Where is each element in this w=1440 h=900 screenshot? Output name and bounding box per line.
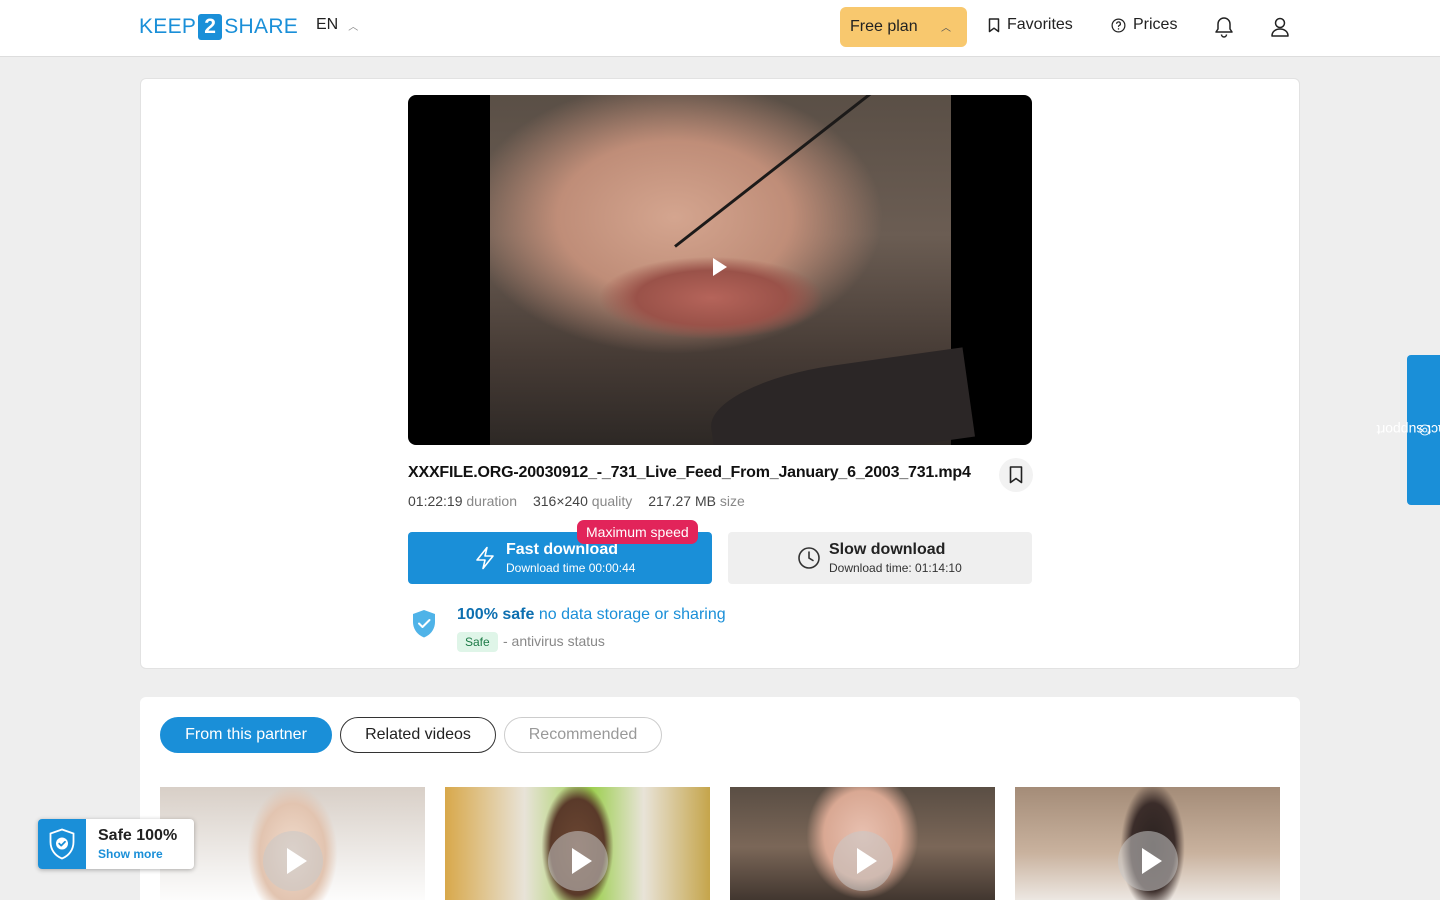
size-label: size	[719, 493, 745, 509]
contact-support-text: contact support	[1375, 422, 1440, 438]
account-button[interactable]	[1268, 14, 1292, 40]
bookmark-icon	[1009, 466, 1023, 484]
language-selector[interactable]: EN ︿	[316, 16, 358, 34]
logo-text-two: 2	[198, 14, 223, 40]
video-player[interactable]	[408, 95, 1032, 445]
prices-label: Prices	[1133, 16, 1178, 33]
play-icon[interactable]	[1118, 831, 1178, 891]
duration-info: 01:22:19 duration	[408, 493, 517, 509]
slow-download-label: Slow download	[829, 541, 946, 558]
favorites-link[interactable]: Favorites	[988, 16, 1073, 34]
size-info: 217.27 MB size	[648, 493, 745, 509]
logo-text-left: KEEP	[139, 15, 197, 38]
file-name: XXXFILE.ORG-20030912_-_731_Live_Feed_Fro…	[408, 464, 971, 481]
lightning-icon	[476, 546, 494, 570]
notifications-button[interactable]	[1212, 14, 1236, 40]
plan-dropdown[interactable]: Free plan ︿	[840, 7, 967, 47]
duration-value: 01:22:19	[408, 493, 463, 509]
video-detail	[674, 95, 873, 248]
file-meta: 01:22:19 duration 316×240 quality 217.27…	[408, 493, 745, 509]
quality-label: quality	[591, 493, 633, 509]
play-icon[interactable]	[833, 831, 893, 891]
top-header: KEEP 2 SHARE EN ︿ Free plan ︿ Favorites Pr…	[0, 0, 1440, 57]
safety-statement: 100% safe no data storage or sharing	[457, 606, 726, 624]
safe-widget-title: Safe 100%	[98, 827, 178, 844]
video-thumbnail[interactable]	[445, 787, 710, 900]
prices-link[interactable]: Prices	[1111, 16, 1177, 34]
slow-download-button[interactable]: Slow download Download time: 01:14:10	[728, 532, 1032, 584]
logo-text-right: SHARE	[224, 15, 299, 38]
language-label: EN	[316, 16, 339, 33]
help-circle-icon	[1111, 18, 1126, 32]
safety-text: no data storage or sharing	[538, 606, 726, 623]
shield-check-icon	[413, 610, 435, 638]
contact-support-button[interactable]: ◎ contact support	[1376, 355, 1440, 505]
play-icon[interactable]	[713, 258, 727, 276]
quality-info: 316×240 quality	[533, 493, 632, 509]
chevron-up-icon: ︿	[941, 23, 951, 34]
shield-check-icon	[49, 828, 75, 860]
tab-related-videos[interactable]: Related videos	[340, 717, 496, 753]
slow-download-time: Download time: 01:14:10	[829, 561, 962, 575]
chevron-up-icon: ︿	[348, 21, 359, 33]
user-icon	[1271, 17, 1289, 37]
safety-bold: 100% safe	[457, 606, 535, 623]
add-to-favorites-button[interactable]	[999, 458, 1033, 492]
tab-recommended[interactable]: Recommended	[504, 717, 662, 753]
clock-icon	[798, 547, 820, 569]
maximum-speed-badge: Maximum speed	[577, 520, 698, 544]
antivirus-status-label: - antivirus status	[503, 633, 605, 649]
size-value: 217.27 MB	[648, 493, 716, 509]
favorites-label: Favorites	[1007, 16, 1073, 33]
play-icon[interactable]	[548, 831, 608, 891]
show-more-link[interactable]: Show more	[98, 847, 163, 861]
video-thumbnail[interactable]	[730, 787, 995, 900]
safe-widget-icon-box	[38, 819, 86, 869]
bell-icon	[1215, 17, 1233, 38]
contact-support-label: ◎ contact support	[1376, 422, 1440, 438]
video-thumbnail[interactable]	[1015, 787, 1280, 900]
video-detail	[705, 347, 975, 445]
antivirus-safe-badge: Safe	[457, 632, 498, 652]
play-icon[interactable]	[263, 831, 323, 891]
safe-widget[interactable]: Safe 100% Show more	[38, 819, 194, 869]
video-thumbnail[interactable]	[160, 787, 425, 900]
bookmark-icon	[988, 17, 1000, 32]
quality-value: 316×240	[532, 493, 588, 509]
keep2share-logo[interactable]: KEEP 2 SHARE	[139, 13, 298, 41]
fast-download-time: Download time 00:00:44	[506, 561, 636, 575]
tab-from-this-partner[interactable]: From this partner	[160, 717, 332, 753]
duration-label: duration	[466, 493, 517, 509]
plan-label: Free plan	[850, 18, 918, 35]
